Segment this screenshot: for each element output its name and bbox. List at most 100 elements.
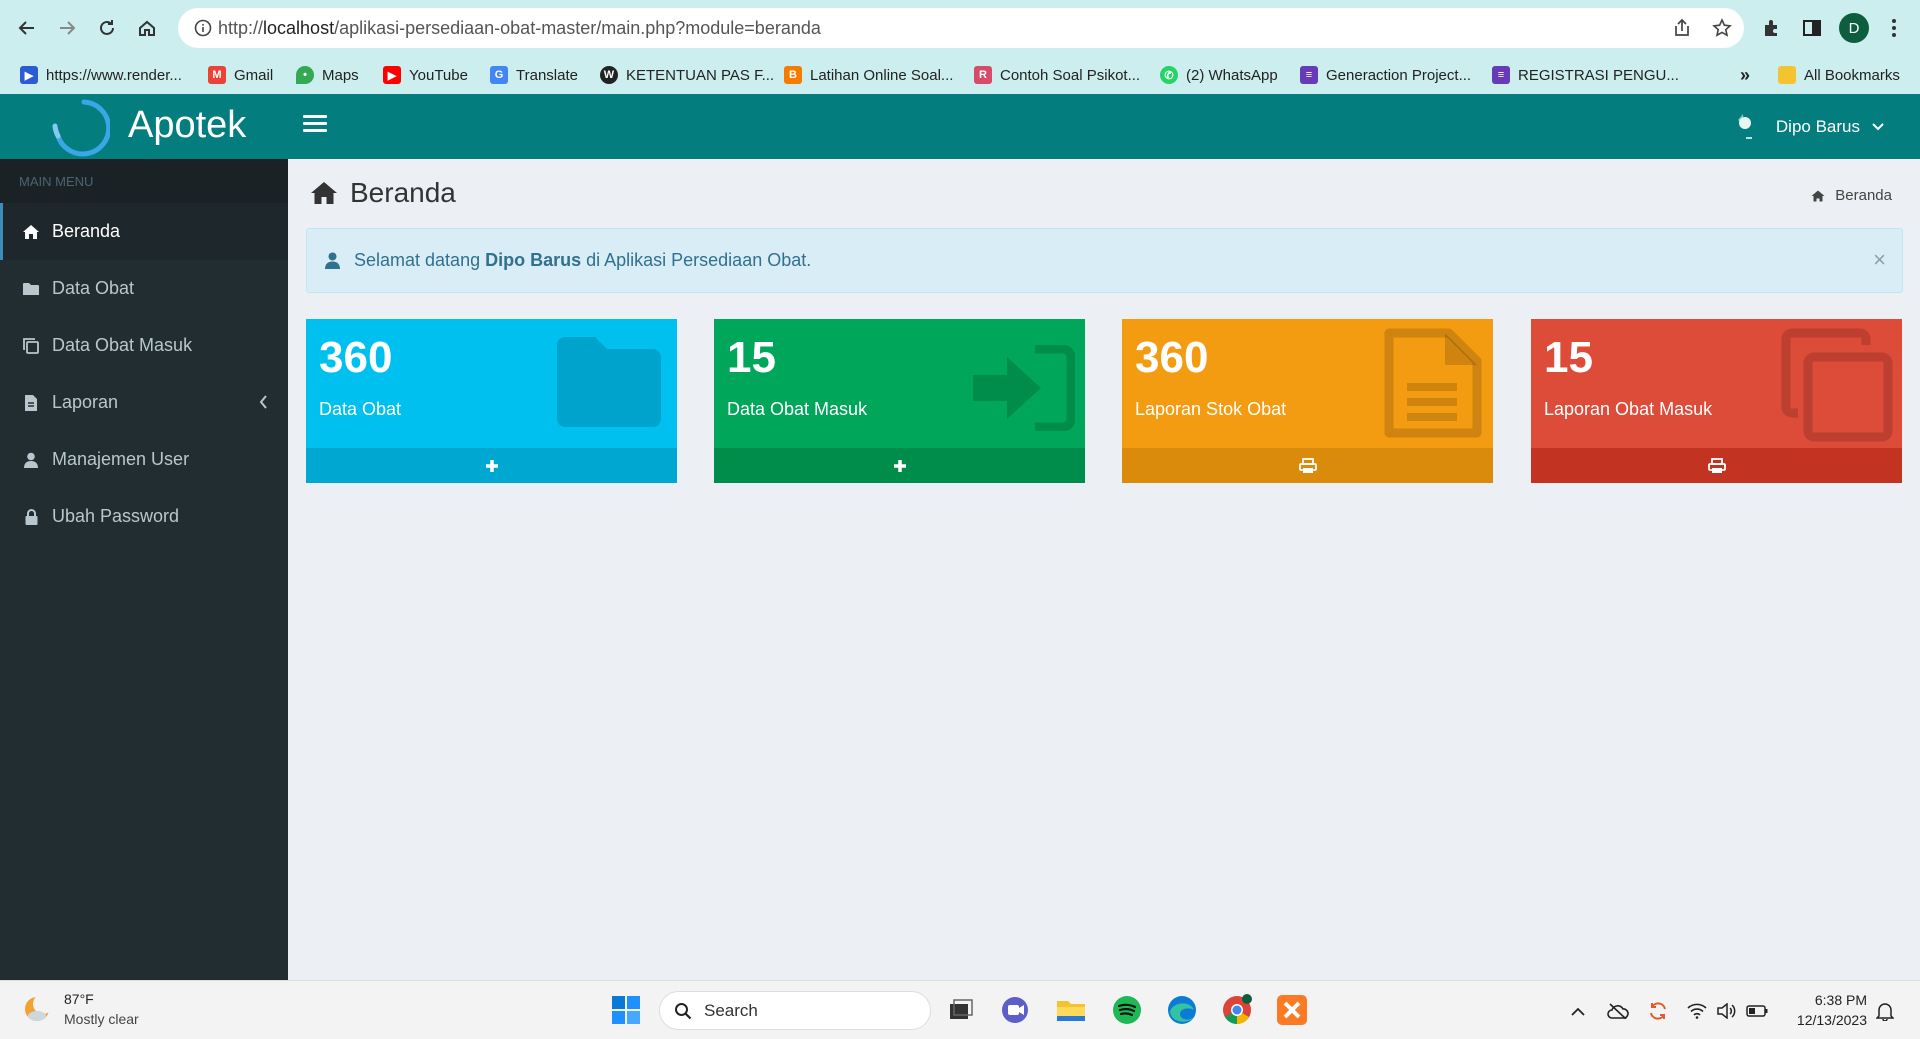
youtube-icon: ▶ bbox=[383, 66, 401, 84]
file-text-icon bbox=[1384, 328, 1482, 438]
print-laporan-obat-masuk-button[interactable] bbox=[1531, 448, 1902, 483]
bookmark-contoh-soal[interactable]: R Contoh Soal Psikot... bbox=[974, 64, 1140, 86]
sidebar-item-ubah-password[interactable]: Ubah Password bbox=[0, 488, 288, 545]
onedrive-icon[interactable] bbox=[1607, 1000, 1629, 1022]
bookmark-gmail[interactable]: M Gmail bbox=[208, 64, 273, 86]
sidebar-item-data-obat[interactable]: Data Obat bbox=[0, 260, 288, 317]
bookmark-maps[interactable]: • Maps bbox=[296, 64, 359, 86]
bookmark-generaction[interactable]: ≡ Generaction Project... bbox=[1300, 64, 1471, 86]
plus-icon bbox=[893, 459, 906, 472]
forward-button[interactable] bbox=[52, 13, 82, 43]
url-text: http://localhost/aplikasi-persediaan-oba… bbox=[218, 18, 821, 38]
teams-chat-icon[interactable] bbox=[999, 994, 1031, 1026]
taskbar: 87°F Mostly clear Search 6:38 PM 12/13/2… bbox=[0, 980, 1920, 1039]
sidebar-item-manajemen-user[interactable]: Manajemen User bbox=[0, 431, 288, 488]
all-bookmarks-button[interactable]: All Bookmarks bbox=[1778, 64, 1900, 86]
sidebar-item-label: Laporan bbox=[52, 392, 119, 412]
wordpress-icon: W bbox=[600, 66, 618, 84]
sign-in-icon bbox=[973, 345, 1075, 431]
address-bar[interactable]: http://localhost/aplikasi-persediaan-oba… bbox=[178, 8, 1744, 48]
back-button[interactable] bbox=[12, 13, 42, 43]
edge-icon[interactable] bbox=[1166, 994, 1198, 1026]
bookmark-translate[interactable]: G Translate bbox=[490, 64, 578, 86]
lock-icon bbox=[22, 508, 40, 526]
site-icon: R bbox=[974, 66, 992, 84]
star-icon[interactable] bbox=[1710, 16, 1734, 40]
render-icon: ▶ bbox=[20, 66, 38, 84]
bookmark-render[interactable]: ▶ https://www.render... bbox=[20, 64, 182, 86]
stat-value: 15 bbox=[727, 333, 776, 382]
stat-value: 360 bbox=[319, 333, 393, 382]
plus-icon bbox=[485, 459, 498, 472]
logo-spinner-icon bbox=[52, 99, 110, 157]
windows-start-icon[interactable] bbox=[610, 994, 642, 1026]
forms-icon: ≡ bbox=[1300, 66, 1318, 84]
close-icon[interactable]: × bbox=[1873, 247, 1886, 273]
bookmarks-bar: ▶ https://www.render... M Gmail • Maps ▶ You… bbox=[0, 56, 1920, 94]
sidebar-item-data-obat-masuk[interactable]: Data Obat Masuk bbox=[0, 317, 288, 374]
bookmark-youtube[interactable]: ▶ YouTube bbox=[383, 64, 468, 86]
chevron-up-icon[interactable] bbox=[1567, 1000, 1589, 1022]
sidebar-item-laporan[interactable]: Laporan bbox=[0, 374, 288, 431]
battery-icon[interactable] bbox=[1746, 1000, 1768, 1022]
chrome-icon[interactable] bbox=[1221, 994, 1253, 1026]
notification-bell-icon[interactable] bbox=[1874, 1000, 1896, 1022]
sidebar-header: MAIN MENU bbox=[0, 159, 288, 203]
chevron-down-icon bbox=[1872, 123, 1884, 131]
print-laporan-stok-button[interactable] bbox=[1122, 448, 1493, 483]
breadcrumb-item: Beranda bbox=[1835, 187, 1892, 204]
taskbar-search[interactable]: Search bbox=[659, 991, 931, 1030]
main-content: Beranda Beranda Selamat datang Dipo Baru… bbox=[288, 159, 1920, 980]
add-data-obat-button[interactable] bbox=[306, 448, 677, 483]
sidebar: MAIN MENU Beranda Data Obat Data Obat Ma… bbox=[0, 159, 288, 980]
wifi-icon[interactable] bbox=[1686, 1000, 1708, 1022]
menu-dots-icon[interactable] bbox=[1880, 14, 1908, 42]
alert-suffix: di Aplikasi Persediaan Obat. bbox=[586, 250, 812, 270]
home-icon bbox=[22, 223, 40, 241]
user-menu[interactable]: Dipo Barus bbox=[1734, 110, 1884, 144]
sync-icon[interactable] bbox=[1647, 1000, 1669, 1022]
folder-icon bbox=[1778, 66, 1796, 84]
task-view-icon[interactable] bbox=[944, 994, 976, 1026]
bookmark-ketentuan[interactable]: W KETENTUAN PAS F... bbox=[600, 64, 774, 86]
volume-icon[interactable] bbox=[1715, 1000, 1737, 1022]
user-icon bbox=[325, 252, 340, 269]
stat-box-data-obat: 360 Data Obat bbox=[306, 319, 677, 483]
spotify-icon[interactable] bbox=[1111, 994, 1143, 1026]
bookmarks-overflow-button[interactable]: » bbox=[1740, 64, 1750, 86]
add-data-obat-masuk-button[interactable] bbox=[714, 448, 1085, 483]
home-button[interactable] bbox=[132, 13, 162, 43]
breadcrumb[interactable]: Beranda bbox=[1811, 187, 1892, 204]
print-icon bbox=[1298, 457, 1317, 473]
bookmark-registrasi[interactable]: ≡ REGISTRASI PENGU... bbox=[1492, 64, 1679, 86]
bookmark-latihan[interactable]: B Latihan Online Soal... bbox=[784, 64, 953, 86]
sidebar-toggle-button[interactable] bbox=[303, 115, 327, 137]
user-name: Dipo Barus bbox=[1775, 117, 1860, 136]
stat-value: 15 bbox=[1544, 333, 1593, 382]
side-panel-icon[interactable] bbox=[1798, 14, 1826, 42]
sidebar-item-label: Data Obat Masuk bbox=[52, 335, 193, 355]
profile-avatar[interactable]: D bbox=[1839, 13, 1869, 43]
clock[interactable]: 6:38 PM 12/13/2023 bbox=[1785, 990, 1867, 1030]
page-title: Beranda bbox=[310, 177, 456, 209]
app-logo[interactable]: Apotek bbox=[0, 94, 288, 159]
extensions-icon[interactable] bbox=[1758, 14, 1786, 42]
reload-button[interactable] bbox=[92, 13, 122, 43]
clone-icon bbox=[1781, 328, 1893, 442]
bookmark-whatsapp[interactable]: ✆ (2) WhatsApp bbox=[1160, 64, 1278, 86]
sidebar-item-beranda[interactable]: Beranda bbox=[0, 203, 288, 260]
alert-prefix: Selamat datang bbox=[354, 250, 481, 270]
app-header: Apotek Dipo Barus bbox=[0, 94, 1920, 159]
share-icon[interactable] bbox=[1670, 16, 1694, 40]
home-icon bbox=[1811, 190, 1825, 201]
gmail-icon: M bbox=[208, 66, 226, 84]
weather-widget[interactable]: 87°F Mostly clear bbox=[22, 989, 139, 1029]
file-explorer-icon[interactable] bbox=[1055, 994, 1087, 1026]
site-info-icon[interactable] bbox=[194, 19, 212, 42]
translate-icon: G bbox=[490, 66, 508, 84]
xampp-icon[interactable] bbox=[1276, 994, 1308, 1026]
print-icon bbox=[1707, 457, 1726, 473]
forms-icon: ≡ bbox=[1492, 66, 1510, 84]
copy-icon bbox=[22, 337, 40, 355]
clock-time: 6:38 PM bbox=[1814, 992, 1867, 1008]
